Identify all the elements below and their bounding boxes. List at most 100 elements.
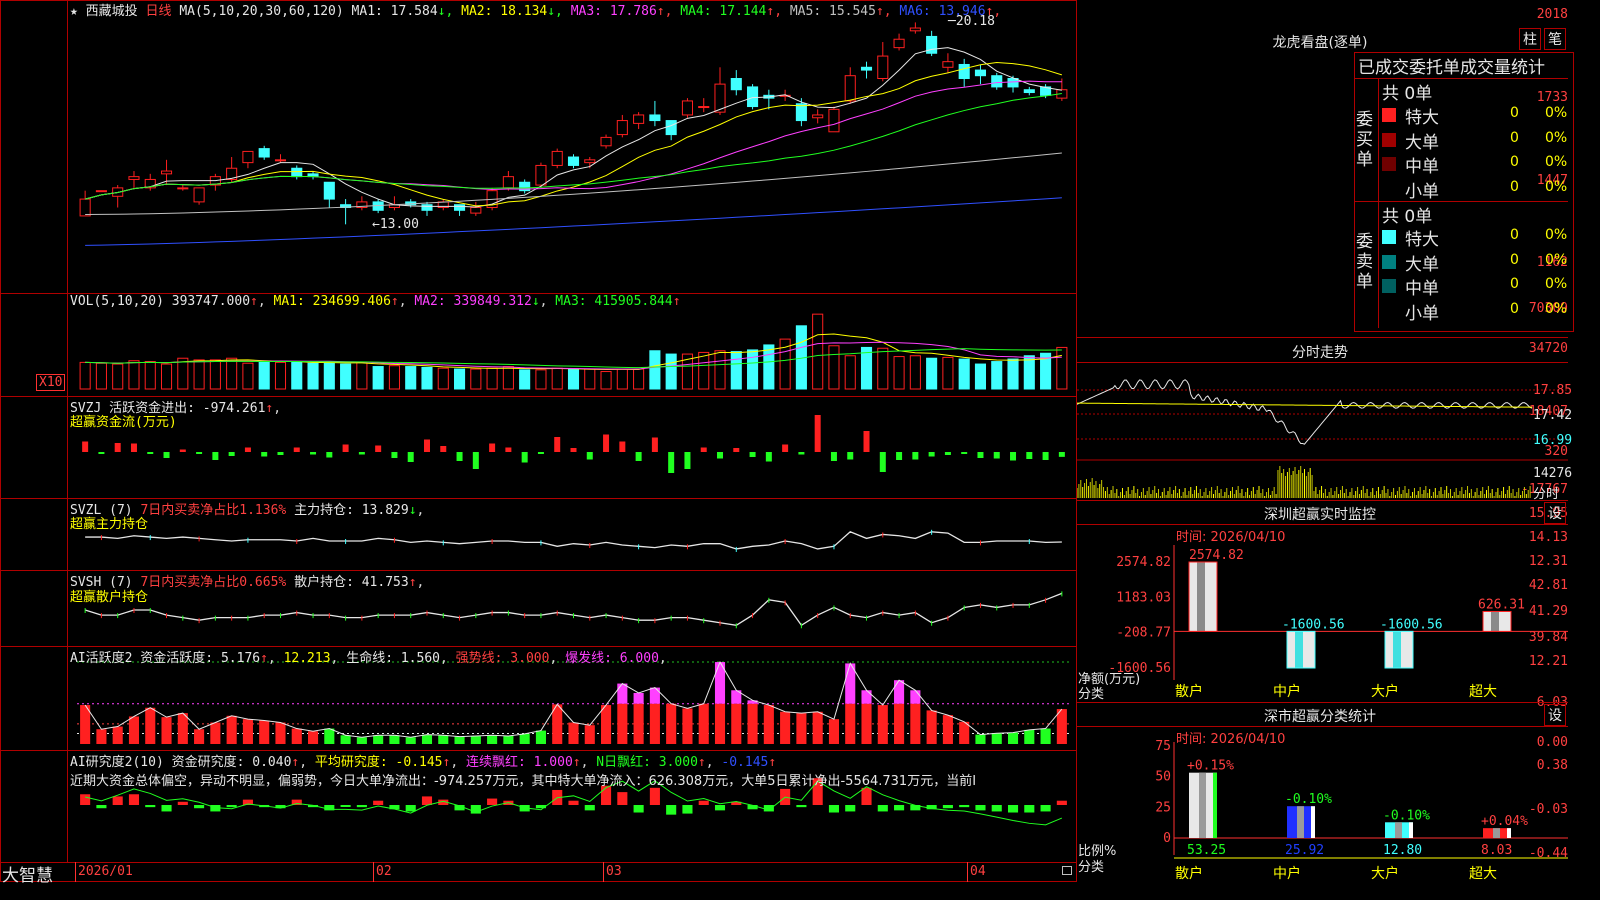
volume-bar [177, 357, 189, 390]
money-flow-bar [326, 452, 333, 458]
candle-body [616, 120, 628, 136]
ai-research-bar [226, 805, 237, 808]
volume-bar [258, 361, 270, 390]
kline-chart-canvas[interactable] [0, 0, 1077, 882]
sz-category-value-label: 53.25 [1187, 843, 1226, 858]
ai-active-bar [177, 713, 188, 744]
vol-ma1: MA1: 234699.406 [273, 294, 391, 309]
volume-bar [828, 345, 840, 390]
ai-active-bar [356, 737, 367, 744]
money-flow-bar [261, 452, 268, 457]
sz-category-title-sep [1077, 726, 1568, 727]
price-header: ★ 西藏城投 日线 MA(5,10,20,30,60,120) MA1: 17.… [70, 0, 1001, 19]
ai-research-bar [682, 805, 693, 814]
volume-bar [421, 366, 433, 390]
longhu-column-header: 已成交委托单成交量统计 [1358, 58, 1545, 78]
candle-body [974, 69, 987, 77]
svsh-ratio: 7日内买卖净占比0.665% [140, 575, 287, 590]
longhu-label-sep [1378, 78, 1379, 328]
ai-research-bar [1056, 800, 1067, 805]
sz-category-xlabel: 分类 [1078, 860, 1105, 875]
ma-values: MA1: 17.584↓, MA2: 18.134↓, MA3: 17.786↑… [352, 4, 1002, 19]
money-flow-bar [830, 452, 837, 461]
order-size-label: 特大 [1405, 108, 1439, 128]
x-axis-label: 2026/01 [78, 864, 133, 879]
favorite-icon[interactable]: ★ [70, 4, 78, 19]
sz-monitor-chart: 2574.82 1183.03 -208.77 -1600.56 2574.82 -160… [1108, 545, 1568, 700]
volume-bar [323, 362, 335, 390]
ai-active-bar [454, 736, 465, 744]
money-flow-bar [505, 447, 512, 452]
sz-category-top-sep [1077, 702, 1568, 703]
sz-monitor-category: 散户 [1175, 683, 1203, 700]
ai-active-bar [128, 716, 140, 744]
volume-bar [633, 368, 645, 390]
sz-category-settings-button[interactable]: 设 [1544, 704, 1566, 726]
money-flow-bar [863, 431, 870, 452]
ai-research-bar [975, 805, 986, 811]
ma-arrow: ↓, [437, 4, 454, 19]
money-flow-bar [668, 452, 675, 473]
x-axis-label: 04 [970, 864, 986, 879]
ai-active-bar [112, 726, 123, 744]
order-color-swatch [1382, 108, 1396, 122]
intraday-chart[interactable] [1077, 362, 1568, 500]
volume-bar [405, 366, 417, 390]
bar-edge [1507, 828, 1511, 838]
ai-active-bar [584, 725, 595, 744]
period-label[interactable]: 日线 [146, 4, 172, 19]
ai-research-bar [112, 796, 123, 805]
ai-active-bar [975, 734, 986, 744]
ai-research-bar [1040, 805, 1051, 812]
candle-body [649, 114, 661, 122]
money-flow-bar [879, 452, 886, 472]
vol-header: VOL(5,10,20) 393747.000↑, MA1: 234699.40… [70, 294, 681, 309]
volume-bar [958, 358, 970, 390]
ai-active-bar [96, 729, 107, 744]
ai-active-bar [633, 703, 644, 744]
ai-active-bar [1056, 709, 1067, 744]
price-axis-label: 2018 [1536, 7, 1568, 22]
money-flow-bar [423, 439, 430, 452]
sz-monitor-settings-button[interactable]: 设 [1544, 502, 1566, 524]
longhu-bar-button[interactable]: 柱 [1519, 28, 1541, 50]
volume-bar [860, 346, 873, 390]
longhu-tick-button[interactable]: 笔 [1544, 28, 1566, 50]
ai-active-bar [470, 735, 481, 744]
volume-bar [454, 368, 466, 390]
candle-body [747, 86, 759, 108]
ma-line [85, 92, 1062, 200]
stock-name[interactable]: 西藏城投 [86, 4, 138, 19]
candle-body [665, 120, 677, 136]
ma-arrow: ↓, [547, 4, 563, 19]
buy-total: 共 0单 [1382, 84, 1433, 104]
lock-icon[interactable] [1062, 866, 1072, 875]
ai-active-bar-burst [649, 687, 660, 704]
ai-research-bar [421, 796, 433, 805]
intraday-axis-label: 16.99 [1533, 433, 1573, 448]
money-flow-bar [603, 434, 610, 452]
money-flow-bar [114, 443, 121, 452]
ai-research-avg: 平均研究度: -0.145 [314, 755, 443, 770]
price-high-annotation: ─20.18 [948, 14, 995, 29]
money-flow-bar [82, 441, 89, 452]
sz-category-value-label: 8.03 [1481, 843, 1512, 858]
ai-research-bar [584, 805, 595, 811]
sz-monitor-top-sep [1077, 500, 1568, 501]
candle-body [812, 114, 824, 119]
sz-monitor-bar [1384, 630, 1414, 669]
money-flow-bar [196, 452, 203, 454]
volume-bar [144, 361, 156, 390]
volume-bar [95, 362, 107, 390]
volume-bar [551, 367, 563, 390]
sz-category-category: 大户 [1371, 865, 1399, 882]
ai-active-bar [373, 735, 384, 744]
ai-research-bar [714, 805, 726, 811]
ma-value: MA1: 17.584 [351, 4, 438, 19]
candle-body [1023, 89, 1035, 94]
candle-body [633, 114, 645, 124]
ai-active-bar [861, 703, 872, 744]
ai-research-extra: -0.145 [721, 755, 769, 770]
svzj-subtitle: 超赢资金流(万元) [70, 415, 177, 430]
vol-params: VOL(5,10,20) [70, 294, 164, 309]
